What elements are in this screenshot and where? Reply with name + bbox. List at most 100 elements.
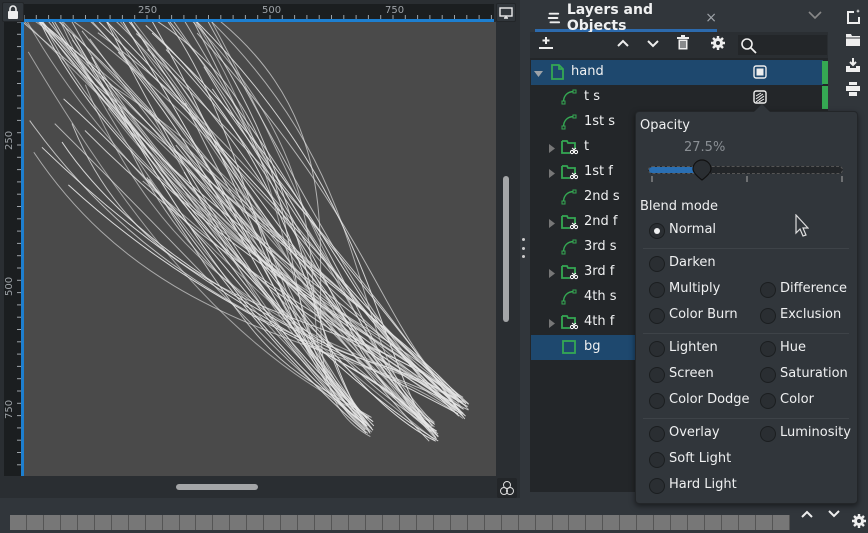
swatch[interactable] — [332, 515, 350, 530]
save-button[interactable] — [845, 57, 861, 77]
blend-label-difference[interactable]: Difference — [780, 281, 847, 296]
swatch[interactable] — [77, 515, 95, 530]
swatch[interactable] — [705, 515, 723, 530]
swatch[interactable] — [264, 515, 282, 530]
delete-button[interactable] — [676, 35, 690, 55]
expand-arrow-down-icon[interactable] — [534, 67, 543, 82]
blend-label-color-burn[interactable]: Color Burn — [669, 307, 738, 322]
blend-label-soft-light[interactable]: Soft Light — [669, 451, 731, 466]
blend-radio-hard-light[interactable] — [649, 478, 665, 494]
swatch[interactable] — [484, 515, 502, 530]
expand-arrow-right-icon[interactable] — [547, 217, 556, 232]
search-input[interactable] — [737, 34, 828, 56]
swatch[interactable] — [10, 515, 27, 530]
blend-radio-hue[interactable] — [760, 341, 776, 357]
swatch[interactable] — [298, 515, 316, 530]
opacity-slider-handle[interactable] — [692, 159, 712, 181]
swatch[interactable] — [382, 515, 400, 530]
swatch[interactable] — [772, 515, 790, 530]
expand-arrow-right-icon[interactable] — [547, 267, 556, 282]
swatch[interactable] — [94, 515, 112, 530]
blend-radio-color[interactable] — [760, 393, 776, 409]
swatch[interactable] — [366, 515, 383, 530]
blend-radio-color-burn[interactable] — [649, 308, 665, 324]
swatch[interactable] — [230, 515, 248, 530]
blend-radio-luminosity[interactable] — [760, 426, 776, 442]
swatch[interactable] — [43, 515, 61, 530]
move-down-button[interactable] — [646, 35, 660, 55]
blend-radio-darken[interactable] — [649, 256, 665, 272]
blend-label-hard-light[interactable]: Hard Light — [669, 477, 737, 492]
blend-radio-exclusion[interactable] — [760, 308, 776, 324]
horizontal-scrollbar[interactable] — [176, 484, 258, 490]
swatch[interactable] — [162, 515, 180, 530]
swatch[interactable] — [349, 515, 367, 530]
blend-radio-normal[interactable] — [649, 223, 665, 239]
swatch[interactable] — [128, 515, 146, 530]
blend-radio-screen[interactable] — [649, 367, 665, 383]
panel-splitter-handle[interactable] — [521, 238, 525, 258]
drawing-canvas[interactable] — [24, 22, 496, 476]
blend-label-multiply[interactable]: Multiply — [669, 281, 720, 296]
blend-radio-lighten[interactable] — [649, 341, 665, 357]
swatch[interactable] — [722, 515, 739, 530]
tab-close-button[interactable]: × — [705, 10, 717, 26]
scroll-down-button[interactable] — [827, 508, 841, 524]
settings-button[interactable] — [710, 35, 726, 55]
swatch[interactable] — [552, 515, 570, 530]
expand-arrow-right-icon[interactable] — [547, 142, 556, 157]
blend-radio-overlay[interactable] — [649, 426, 665, 442]
expand-arrow-right-icon[interactable] — [547, 167, 556, 182]
display-mode-button[interactable] — [496, 3, 516, 22]
print-button[interactable] — [845, 82, 861, 100]
blend-label-overlay[interactable]: Overlay — [669, 425, 720, 440]
swatch[interactable] — [179, 515, 197, 530]
swatch[interactable] — [637, 515, 655, 530]
lock-guides-button[interactable] — [2, 2, 24, 22]
swatch[interactable] — [467, 515, 485, 530]
swatch[interactable] — [416, 515, 434, 530]
vertical-scrollbar[interactable] — [503, 176, 509, 322]
blend-label-color-dodge[interactable]: Color Dodge — [669, 392, 750, 407]
palette-settings-button[interactable] — [851, 513, 867, 533]
scroll-up-button[interactable] — [800, 508, 814, 524]
horizontal-ruler[interactable]: 250 500 750 — [24, 4, 494, 22]
blend-radio-soft-light[interactable] — [649, 452, 665, 468]
blend-label-screen[interactable]: Screen — [669, 366, 714, 381]
layer-row-t-s[interactable]: t s — [531, 85, 823, 110]
swatch[interactable] — [433, 515, 451, 530]
blend-radio-difference[interactable] — [760, 282, 776, 298]
layer-row-hand[interactable]: hand — [531, 60, 823, 85]
swatch[interactable] — [196, 515, 214, 530]
swatch[interactable] — [281, 515, 299, 530]
visibility-toggle[interactable] — [753, 65, 767, 83]
color-mode-button[interactable] — [497, 478, 517, 498]
swatch[interactable] — [60, 515, 78, 530]
blend-label-darken[interactable]: Darken — [669, 255, 716, 270]
swatch[interactable] — [688, 515, 706, 530]
new-document-button[interactable] — [845, 8, 861, 28]
swatch[interactable] — [586, 515, 604, 530]
panel-menu-chevron-icon[interactable] — [808, 8, 822, 24]
swatch[interactable] — [501, 515, 519, 530]
swatch[interactable] — [145, 515, 163, 530]
blend-label-saturation[interactable]: Saturation — [780, 366, 848, 381]
blend-radio-color-dodge[interactable] — [649, 393, 665, 409]
swatch[interactable] — [620, 515, 638, 530]
swatch[interactable] — [26, 515, 44, 530]
swatch[interactable] — [213, 515, 231, 530]
swatch[interactable] — [738, 515, 756, 530]
blend-label-color[interactable]: Color — [780, 392, 814, 407]
swatch[interactable] — [569, 515, 587, 530]
palette-strip[interactable] — [10, 515, 790, 530]
blend-label-lighten[interactable]: Lighten — [669, 340, 718, 355]
blend-label-normal[interactable]: Normal — [669, 222, 716, 237]
tab-layers-and-objects[interactable]: Layers and Objects × — [535, 2, 717, 34]
swatch[interactable] — [518, 515, 536, 530]
swatch[interactable] — [450, 515, 468, 530]
swatch[interactable] — [603, 515, 621, 530]
blend-label-luminosity[interactable]: Luminosity — [780, 425, 851, 440]
move-up-button[interactable] — [616, 35, 630, 55]
swatch[interactable] — [247, 515, 265, 530]
vertical-ruler[interactable]: 250 500 750 — [4, 22, 24, 476]
